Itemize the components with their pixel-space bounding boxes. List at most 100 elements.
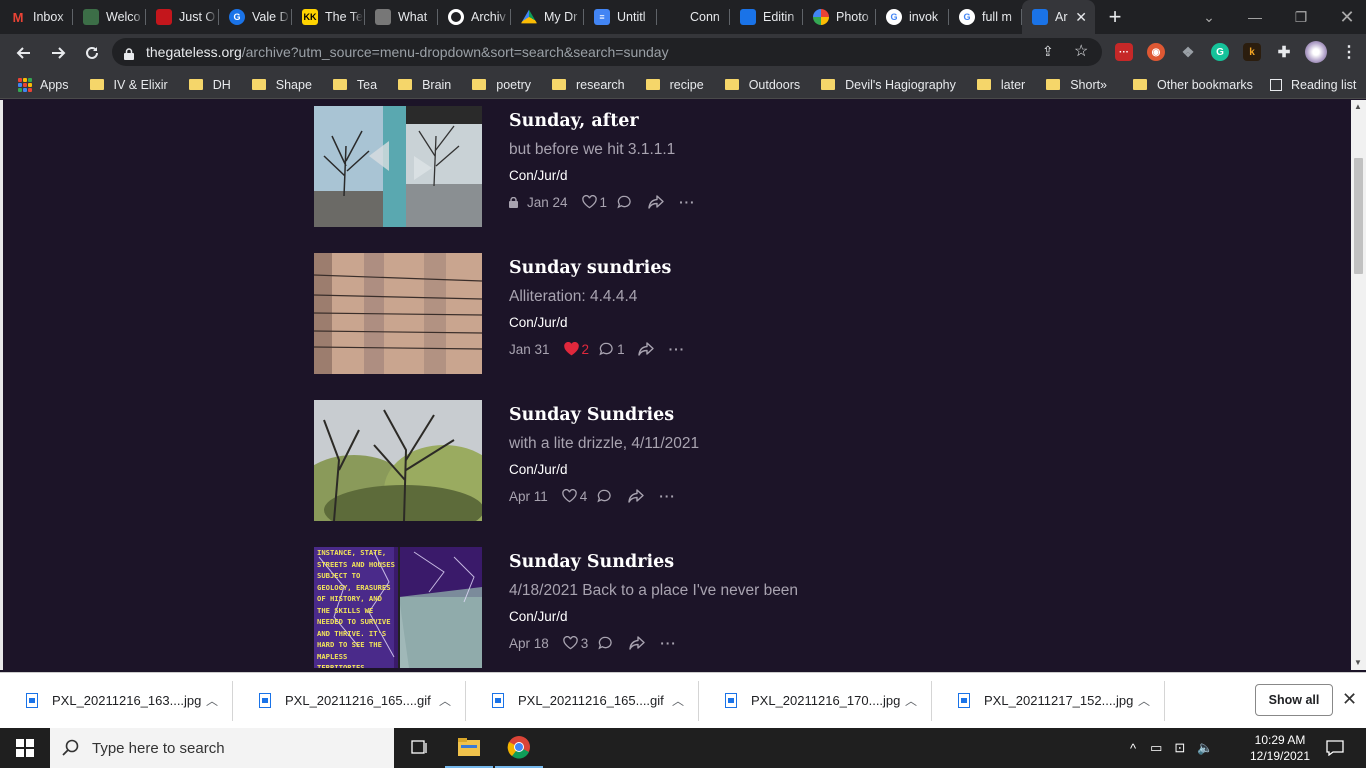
k-extension-icon[interactable]: k [1243,43,1261,61]
tab[interactable]: Photo [803,0,876,34]
download-item[interactable]: PXL_20211217_152....jpg ︿ [932,680,1165,721]
bookmark-dh[interactable]: DH [188,78,231,92]
like-button[interactable]: 1 [581,195,607,210]
file-explorer-icon[interactable] [445,728,493,768]
bookmark-shape[interactable]: Shape [251,78,312,92]
download-item[interactable]: PXL_20211216_165....gif ︿ [466,680,699,721]
minimize-button[interactable]: — [1232,0,1278,34]
tab[interactable]: Welco [73,0,146,34]
taskbar-search-box[interactable]: Type here to search [50,728,394,768]
tab[interactable]: Just O [146,0,219,34]
other-bookmarks-folder[interactable]: Other bookmarks [1133,78,1253,92]
like-button[interactable]: 4 [562,489,587,504]
tab[interactable]: M Inbox [0,0,73,34]
post-thumbnail[interactable] [314,400,482,521]
volume-icon[interactable]: 🔈 [1197,740,1213,756]
forward-icon[interactable] [42,37,74,69]
download-options-chevron-icon[interactable]: ︿ [439,692,451,709]
scrollbar-thumb[interactable] [1354,158,1363,274]
battery-icon[interactable]: ▭ [1150,740,1162,756]
post-author[interactable]: Con/Jur/d [509,168,568,183]
new-tab-button[interactable]: + [1095,0,1135,34]
reload-icon[interactable] [76,37,108,69]
download-options-chevron-icon[interactable]: ︿ [672,692,684,709]
bookmarks-overflow-button[interactable]: » [1100,78,1107,92]
download-item[interactable]: PXL_20211216_170....jpg ︿ [699,680,932,721]
post-title[interactable]: Sunday sundries [509,258,671,278]
start-button[interactable] [0,728,50,768]
post-item[interactable]: Sunday Sundries with a lite drizzle, 4/11… [314,400,1014,521]
page-scrollbar[interactable]: ▲ ▼ [1351,100,1366,670]
notifications-icon[interactable] [1326,728,1344,768]
bookmark-short[interactable]: Short [1046,78,1100,92]
scroll-down-arrow-icon[interactable]: ▼ [1354,658,1362,667]
scroll-up-arrow-icon[interactable]: ▲ [1354,102,1362,111]
more-options-icon[interactable]: ··· [660,636,677,651]
tab[interactable]: Ginvok [876,0,949,34]
bookmark-tea[interactable]: Tea [332,78,377,92]
bookmark-poetry[interactable]: poetry [472,78,531,92]
post-author[interactable]: Con/Jur/d [509,315,568,330]
extension-red-icon[interactable]: ··· [1115,43,1133,61]
bookmark-brain[interactable]: Brain [398,78,451,92]
post-title[interactable]: Sunday Sundries [509,405,674,425]
share-icon[interactable]: ⇪ [1042,43,1054,60]
download-item[interactable]: PXL_20211216_163....jpg ︿ [0,680,233,721]
tray-chevron-up-icon[interactable]: ^ [1130,741,1136,756]
close-window-button[interactable]: ✕ [1324,0,1366,34]
menu-kebab-icon[interactable]: ⋮ [1340,43,1358,61]
tab[interactable]: Archiv [438,0,511,34]
bookmark-star-icon[interactable]: ☆ [1074,41,1088,61]
share-button[interactable] [629,636,645,650]
post-author[interactable]: Con/Jur/d [509,462,568,477]
like-button[interactable]: 2 [563,342,589,357]
bookmark-apps[interactable]: Apps [18,77,69,92]
tab[interactable]: What [365,0,438,34]
duckduckgo-icon[interactable]: ◉ [1147,43,1165,61]
profile-avatar[interactable] [1305,41,1327,63]
tab[interactable]: G Vale D [219,0,292,34]
restore-button[interactable]: ❐ [1278,0,1324,34]
address-bar[interactable]: thegateless.org/archive?utm_source=menu-… [112,38,1102,66]
share-button[interactable] [637,342,654,356]
bookmark-research[interactable]: research [552,78,625,92]
bookmark-outdoors[interactable]: Outdoors [724,78,800,92]
grammarly-icon[interactable]: G [1211,43,1229,61]
download-item[interactable]: PXL_20211216_165....gif ︿ [233,680,466,721]
show-all-button[interactable]: Show all [1255,684,1333,716]
comment-button[interactable]: 1 [599,342,625,357]
download-options-chevron-icon[interactable]: ︿ [1138,692,1150,709]
more-options-icon[interactable]: ··· [659,489,676,504]
chrome-icon[interactable] [495,728,543,768]
post-item[interactable]: Sunday, after but before we hit 3.1.1.1 Co… [314,106,1014,227]
comment-button[interactable] [617,195,635,209]
back-icon[interactable] [8,37,40,69]
post-title[interactable]: Sunday, after [509,111,639,131]
tab[interactable]: KK The Te [292,0,365,34]
post-author[interactable]: Con/Jur/d [509,609,568,624]
post-item[interactable]: INSTANCE, STATE, STREETS AND HOUSES SUBJ… [314,547,1014,668]
post-title[interactable]: Sunday Sundries [509,552,674,572]
dropbox-icon[interactable]: ❖ [1179,43,1197,61]
bookmark-later[interactable]: later [976,78,1025,92]
task-view-icon[interactable] [395,728,443,768]
comment-button[interactable] [597,489,615,503]
more-options-icon[interactable]: ··· [669,342,686,357]
tab[interactable]: Editin [730,0,803,34]
tab-search-icon[interactable]: ⌄ [1186,0,1232,34]
download-options-chevron-icon[interactable]: ︿ [206,692,218,709]
bookmark-devil-s-hagiography[interactable]: Devil's Hagiography [821,78,956,92]
reading-list-button[interactable]: Reading list [1270,78,1356,92]
like-button[interactable]: 3 [563,636,588,651]
more-options-icon[interactable]: ··· [679,195,696,210]
tab[interactable]: Ar ✕ [1022,0,1095,34]
close-tab-icon[interactable]: ✕ [1075,9,1087,26]
extensions-puzzle-icon[interactable]: ✚ [1275,43,1293,61]
comment-button[interactable] [598,636,616,650]
tab[interactable]: My Dr [511,0,584,34]
bookmark-recipe[interactable]: recipe [645,78,704,92]
post-thumbnail[interactable]: INSTANCE, STATE, STREETS AND HOUSES SUBJ… [314,547,482,668]
post-item[interactable]: Sunday sundries Alliteration: 4.4.4.4 Con/… [314,253,1014,374]
tab[interactable]: Conn [657,0,730,34]
tab[interactable]: Gfull m [949,0,1022,34]
